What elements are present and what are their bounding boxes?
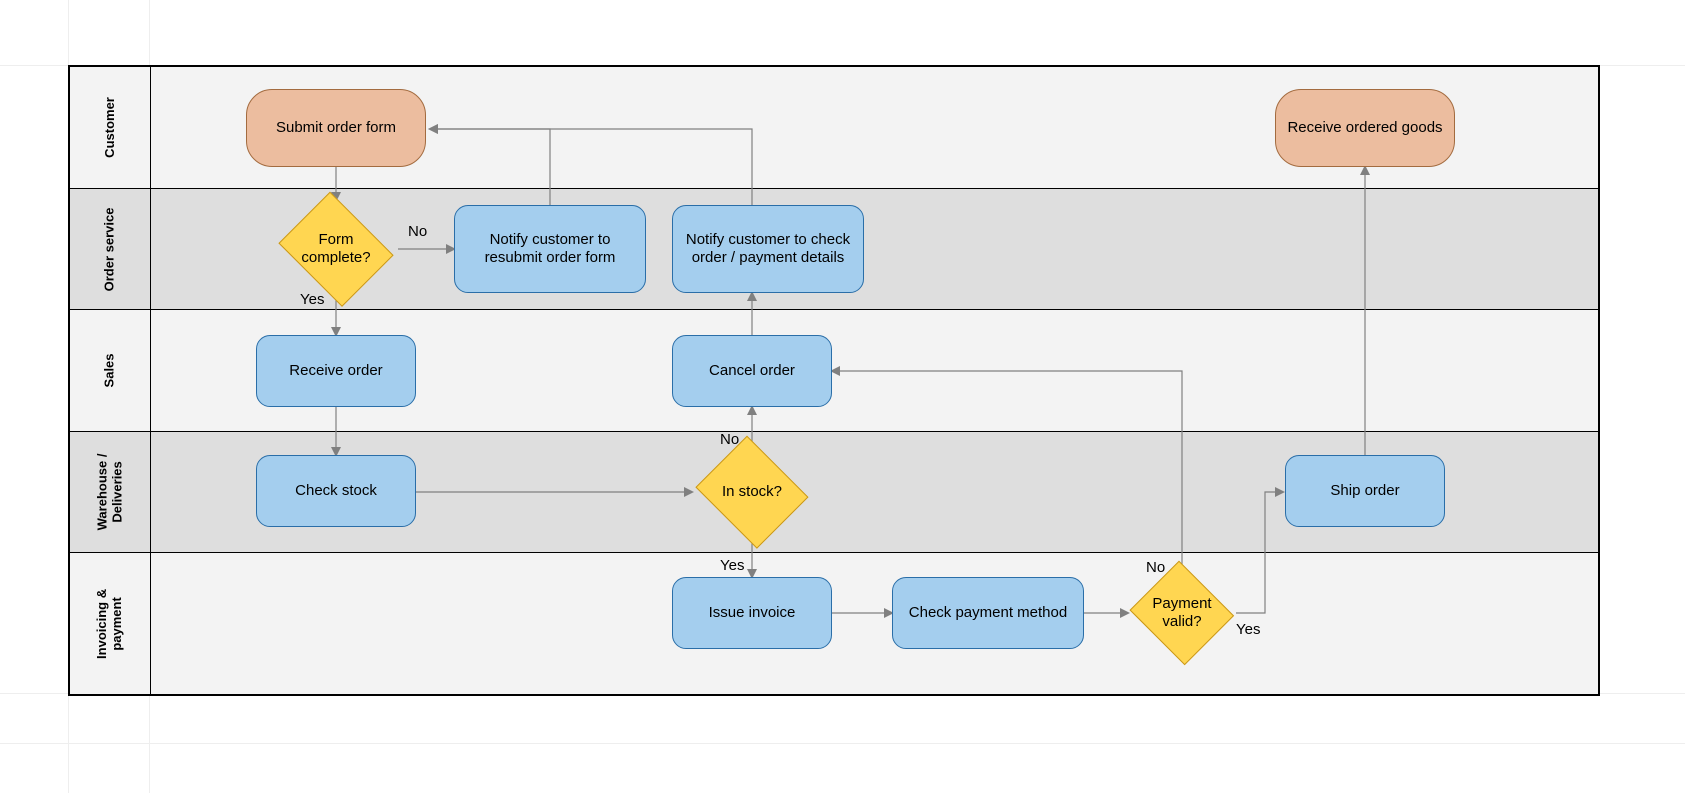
label-payment-yes: Yes <box>1236 621 1260 638</box>
node-check-payment: Check payment method <box>892 577 1084 649</box>
pool: Customer Order service Sales Warehouse /… <box>68 65 1600 696</box>
label-form-yes: Yes <box>300 291 324 308</box>
node-receive-goods: Receive ordered goods <box>1275 89 1455 167</box>
node-check-stock: Check stock <box>256 455 416 527</box>
node-notify-check: Notify customer to check order / payment… <box>672 205 864 293</box>
node-in-stock: In stock? <box>692 442 812 542</box>
label-payment-no: No <box>1146 559 1165 576</box>
swimlane-diagram: Customer Order service Sales Warehouse /… <box>0 0 1685 793</box>
node-notify-resubmit: Notify customer to resubmit order form <box>454 205 646 293</box>
node-form-complete: Form complete? <box>274 199 398 299</box>
node-issue-invoice: Issue invoice <box>672 577 832 649</box>
node-cancel-order: Cancel order <box>672 335 832 407</box>
label-form-no: No <box>408 223 427 240</box>
node-receive-order: Receive order <box>256 335 416 407</box>
label-stock-yes: Yes <box>720 557 744 574</box>
node-payment-valid: Payment valid? <box>1128 565 1236 661</box>
node-ship-order: Ship order <box>1285 455 1445 527</box>
node-submit-order: Submit order form <box>246 89 426 167</box>
label-stock-no: No <box>720 431 739 448</box>
